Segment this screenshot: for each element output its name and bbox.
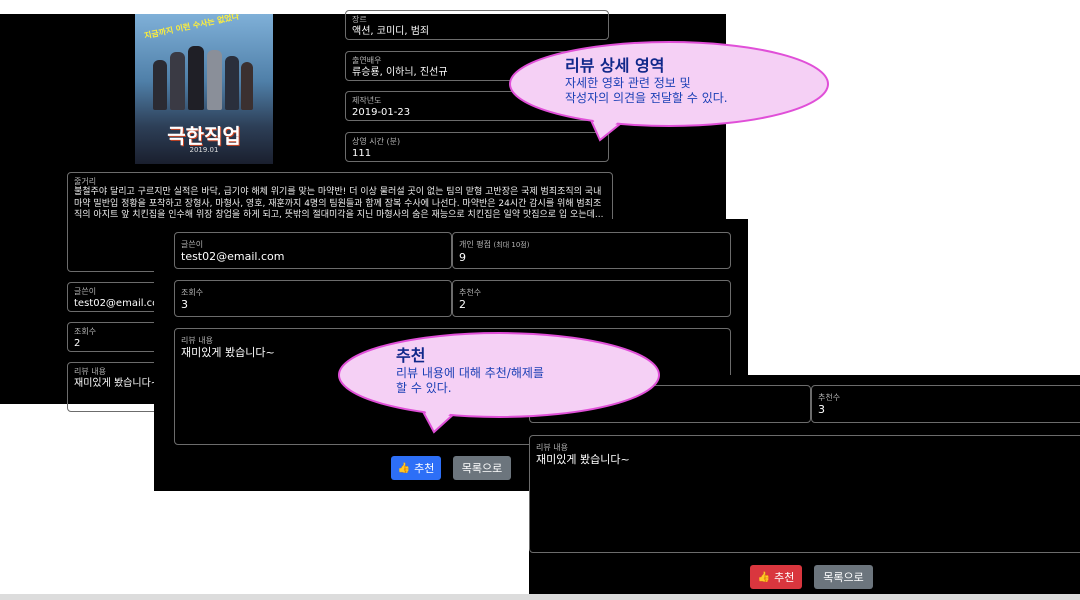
rating-label-text: 개인 평점 [459,240,491,249]
detail-callout-title: 리뷰 상세 영역 [565,56,665,75]
bottom-edge [0,594,1080,600]
writer-label-back: 글쓴이 [74,287,97,296]
front-review-value: 재미있게 봤습니다~ [536,453,630,466]
rating-hint: (최대 10점) [493,241,530,249]
recommend-button-label: 추천 [414,462,435,475]
front-list-button-label: 목록으로 [823,571,864,584]
genre-value: 액션, 코미디, 범죄 [352,26,430,37]
views-label-back: 조회수 [74,327,97,336]
list-button[interactable]: 목록으로 [453,456,511,480]
writer-value-back: test02@email.com [74,298,160,309]
front-list-button[interactable]: 목록으로 [814,565,873,589]
poster-date: 2019.01 [189,146,219,154]
recommend-callout: 추천 리뷰 내용에 대해 추천/해제를 할 수 있다. [396,346,626,396]
writer-field: 글쓴이 test02@email.com [174,232,452,269]
recommend-button-active[interactable]: 👍 추천 [750,565,802,589]
review-field-back: 리뷰 내용 재미있게 봤습니다~ [67,362,167,412]
poster-tagline: 지금까지 이런 수사는 없었다 [143,14,240,41]
recommend-callout-title: 추천 [396,346,426,365]
views-value: 3 [181,298,188,311]
review-value-back: 재미있게 봤습니다~ [74,378,160,389]
list-button-label: 목록으로 [461,462,503,475]
writer-field-back: 글쓴이 test02@email.com [67,282,167,312]
poster-title: 극한직업 [167,124,241,148]
review-label-back: 리뷰 내용 [74,367,106,376]
movie-poster: 지금까지 이런 수사는 없었다 극한직업 2019.01 [135,14,273,164]
recommend-callout-line1: 리뷰 내용에 대해 추천/해제를 [396,366,544,380]
genre-label: 장르 [352,15,367,24]
recommend-count-field: 추천수 2 [452,280,731,317]
views-label: 조회수 [181,288,204,297]
front-recommend-count-label: 추천수 [818,393,841,402]
detail-callout-line2: 작성자의 의견을 전달할 수 있다. [565,91,728,105]
front-recommend-count-value: 3 [818,403,825,416]
rating-value: 9 [459,251,466,264]
runtime-value: 111 [352,148,372,159]
genre-field: 장르 액션, 코미디, 범죄 [345,10,609,40]
writer-label: 글쓴이 [181,240,204,249]
writer-value: test02@email.com [181,250,285,263]
rating-field: 개인 평점 (최대 10점) 9 [452,232,731,269]
poster-people [153,42,253,114]
rating-label: 개인 평점 (최대 10점) [459,239,724,251]
detail-callout: 리뷰 상세 영역 자세한 영화 관련 정보 및 작성자의 의견을 전달할 수 있… [565,56,815,106]
front-review-label: 리뷰 내용 [536,443,568,452]
plot-text: 불철주야 달리고 구르지만 실적은 바닥, 급기야 해체 위기를 맞는 마약반!… [74,187,604,220]
front-review-field: 리뷰 내용 재미있게 봤습니다~ [529,435,1080,553]
views-value-back: 2 [74,338,81,349]
views-field-back: 조회수 2 [67,322,167,352]
recommend-active-label: 추천 [774,571,795,584]
recommend-callout-line2: 할 수 있다. [396,381,452,395]
views-field: 조회수 3 [174,280,452,317]
thumbs-up-filled-icon: 👍 [757,571,771,583]
recommend-count-label: 추천수 [459,288,482,297]
recommend-button[interactable]: 👍 추천 [391,456,441,480]
thumbs-up-icon: 👍 [397,462,411,474]
recommend-count-value: 2 [459,298,466,311]
detail-callout-line1: 자세한 영화 관련 정보 및 [565,76,691,90]
plot-label: 줄거리 [74,177,97,186]
front-recommend-count-field: 추천수 3 [811,385,1080,423]
